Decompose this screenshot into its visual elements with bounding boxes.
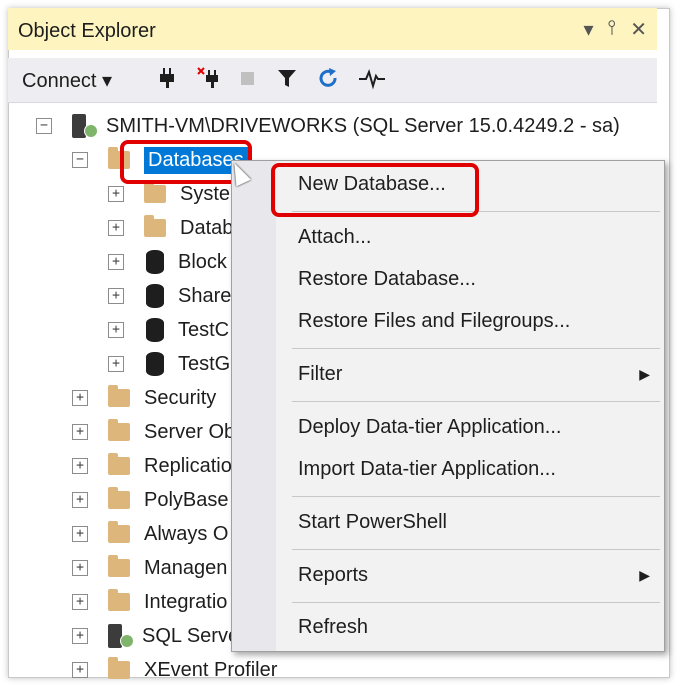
tree-node-label: XEvent Profiler [144, 658, 278, 681]
filter-icon[interactable] [276, 66, 298, 96]
folder-icon [108, 487, 130, 509]
explorer-toolbar: Connect ▾ [8, 58, 657, 103]
tree-node-database[interactable]: + Block [108, 246, 227, 278]
menu-item-start-powershell[interactable]: Start PowerShell [298, 511, 447, 534]
tree-node-server[interactable]: − SMITH-VM\DRIVEWORKS (SQL Server 15.0.4… [36, 110, 620, 142]
tree-node-label: TestC [178, 318, 230, 341]
server-icon [72, 114, 98, 138]
menu-item-import-data-tier[interactable]: Import Data-tier Application... [298, 458, 556, 481]
folder-icon [108, 521, 130, 543]
tree-node-database-snapshots[interactable]: + Datab [108, 212, 233, 244]
menu-separator [292, 549, 660, 550]
tree-node-database[interactable]: + Share [108, 280, 231, 312]
server-label: SMITH-VM\DRIVEWORKS (SQL Server 15.0.424… [106, 114, 620, 137]
folder-icon [108, 589, 130, 611]
expand-icon[interactable]: + [108, 220, 124, 236]
expand-icon[interactable]: + [108, 186, 124, 202]
folder-icon [144, 215, 166, 237]
refresh-icon[interactable] [316, 66, 340, 96]
folder-icon [108, 555, 130, 577]
tree-node-label: Datab [180, 216, 234, 239]
folder-icon [108, 419, 130, 441]
menu-separator [292, 401, 660, 402]
titlebar-icons: ▾ ⫯ ✕ [583, 17, 647, 42]
collapse-icon[interactable]: − [72, 152, 88, 168]
expand-icon[interactable]: + [72, 560, 88, 576]
tree-node-security[interactable]: + Security [72, 382, 216, 414]
tree-node-label: Share [178, 284, 232, 307]
expand-icon[interactable]: + [72, 628, 88, 644]
expand-icon[interactable]: + [72, 526, 88, 542]
connect-plug-icon[interactable] [156, 66, 178, 96]
dropdown-icon[interactable]: ▾ [583, 17, 593, 42]
expand-icon[interactable]: + [72, 662, 88, 678]
connect-button[interactable]: Connect ▾ [22, 68, 112, 93]
pin-icon[interactable]: ⫯ [608, 17, 617, 42]
expand-icon[interactable]: + [72, 390, 88, 406]
menu-item-restore-files[interactable]: Restore Files and Filegroups... [298, 310, 570, 333]
tree-node-label: SQL Serve [142, 624, 240, 647]
disconnect-icon[interactable] [196, 66, 222, 96]
expand-icon[interactable]: + [108, 254, 124, 270]
activity-monitor-icon[interactable] [358, 66, 386, 96]
tree-node-polybase[interactable]: + PolyBase [72, 484, 229, 516]
tree-node-label: Integratio [144, 590, 228, 613]
profiler-icon [108, 657, 130, 679]
tree-node-xevent-profiler[interactable]: + XEvent Profiler [72, 654, 277, 686]
menu-item-refresh[interactable]: Refresh [298, 616, 368, 639]
tree-node-label: PolyBase [144, 488, 229, 511]
close-icon[interactable]: ✕ [630, 17, 647, 42]
tree-node-label: Security [144, 386, 217, 409]
tree-node-database[interactable]: + TestG [108, 348, 230, 380]
agent-icon [108, 624, 134, 648]
menu-item-reports[interactable]: Reports [298, 564, 368, 587]
submenu-arrow-icon: ▶ [639, 567, 650, 583]
tree-node-label: TestG [178, 352, 231, 375]
tree-node-integration[interactable]: + Integratio [72, 586, 227, 618]
tree-node-server-objects[interactable]: + Server Ob [72, 416, 235, 448]
context-menu: New Database... Attach... Restore Databa… [231, 160, 665, 652]
expand-icon[interactable]: + [72, 492, 88, 508]
folder-icon [144, 181, 166, 203]
menu-separator [292, 602, 660, 603]
expand-icon[interactable]: + [108, 322, 124, 338]
highlight-new-database [271, 163, 479, 217]
collapse-icon[interactable]: − [36, 118, 52, 134]
tree-node-replication[interactable]: + Replicatio [72, 450, 232, 482]
database-icon [146, 250, 164, 274]
tree-node-label: Block [178, 250, 227, 273]
expand-icon[interactable]: + [72, 594, 88, 610]
tree-node-label: Always O [144, 522, 229, 545]
tree-node-label: Server Ob [144, 420, 236, 443]
menu-gutter [232, 161, 276, 651]
panel-titlebar: Object Explorer ▾ ⫯ ✕ [8, 8, 657, 50]
folder-icon [108, 385, 130, 407]
folder-icon [108, 453, 130, 475]
menu-item-filter[interactable]: Filter [298, 363, 342, 386]
expand-icon[interactable]: + [108, 356, 124, 372]
tree-node-label: Managen [144, 556, 228, 579]
panel-title: Object Explorer [18, 20, 156, 42]
tree-node-management[interactable]: + Managen [72, 552, 227, 584]
database-icon [146, 352, 164, 376]
menu-item-deploy-data-tier[interactable]: Deploy Data-tier Application... [298, 416, 561, 439]
database-icon [146, 318, 164, 342]
tree-node-label: Replicatio [144, 454, 232, 477]
expand-icon[interactable]: + [108, 288, 124, 304]
submenu-arrow-icon: ▶ [639, 366, 650, 382]
stop-icon[interactable] [238, 66, 258, 96]
tree-node-label: Syster [180, 182, 237, 205]
menu-separator [292, 348, 660, 349]
menu-separator [292, 496, 660, 497]
tree-node-always-on[interactable]: + Always O [72, 518, 228, 550]
expand-icon[interactable]: + [72, 458, 88, 474]
menu-item-attach[interactable]: Attach... [298, 226, 371, 249]
tree-node-sql-agent[interactable]: + SQL Serve [72, 620, 239, 652]
expand-icon[interactable]: + [72, 424, 88, 440]
tree-node-database[interactable]: + TestC [108, 314, 229, 346]
menu-item-restore-database[interactable]: Restore Database... [298, 268, 476, 291]
database-icon [146, 284, 164, 308]
